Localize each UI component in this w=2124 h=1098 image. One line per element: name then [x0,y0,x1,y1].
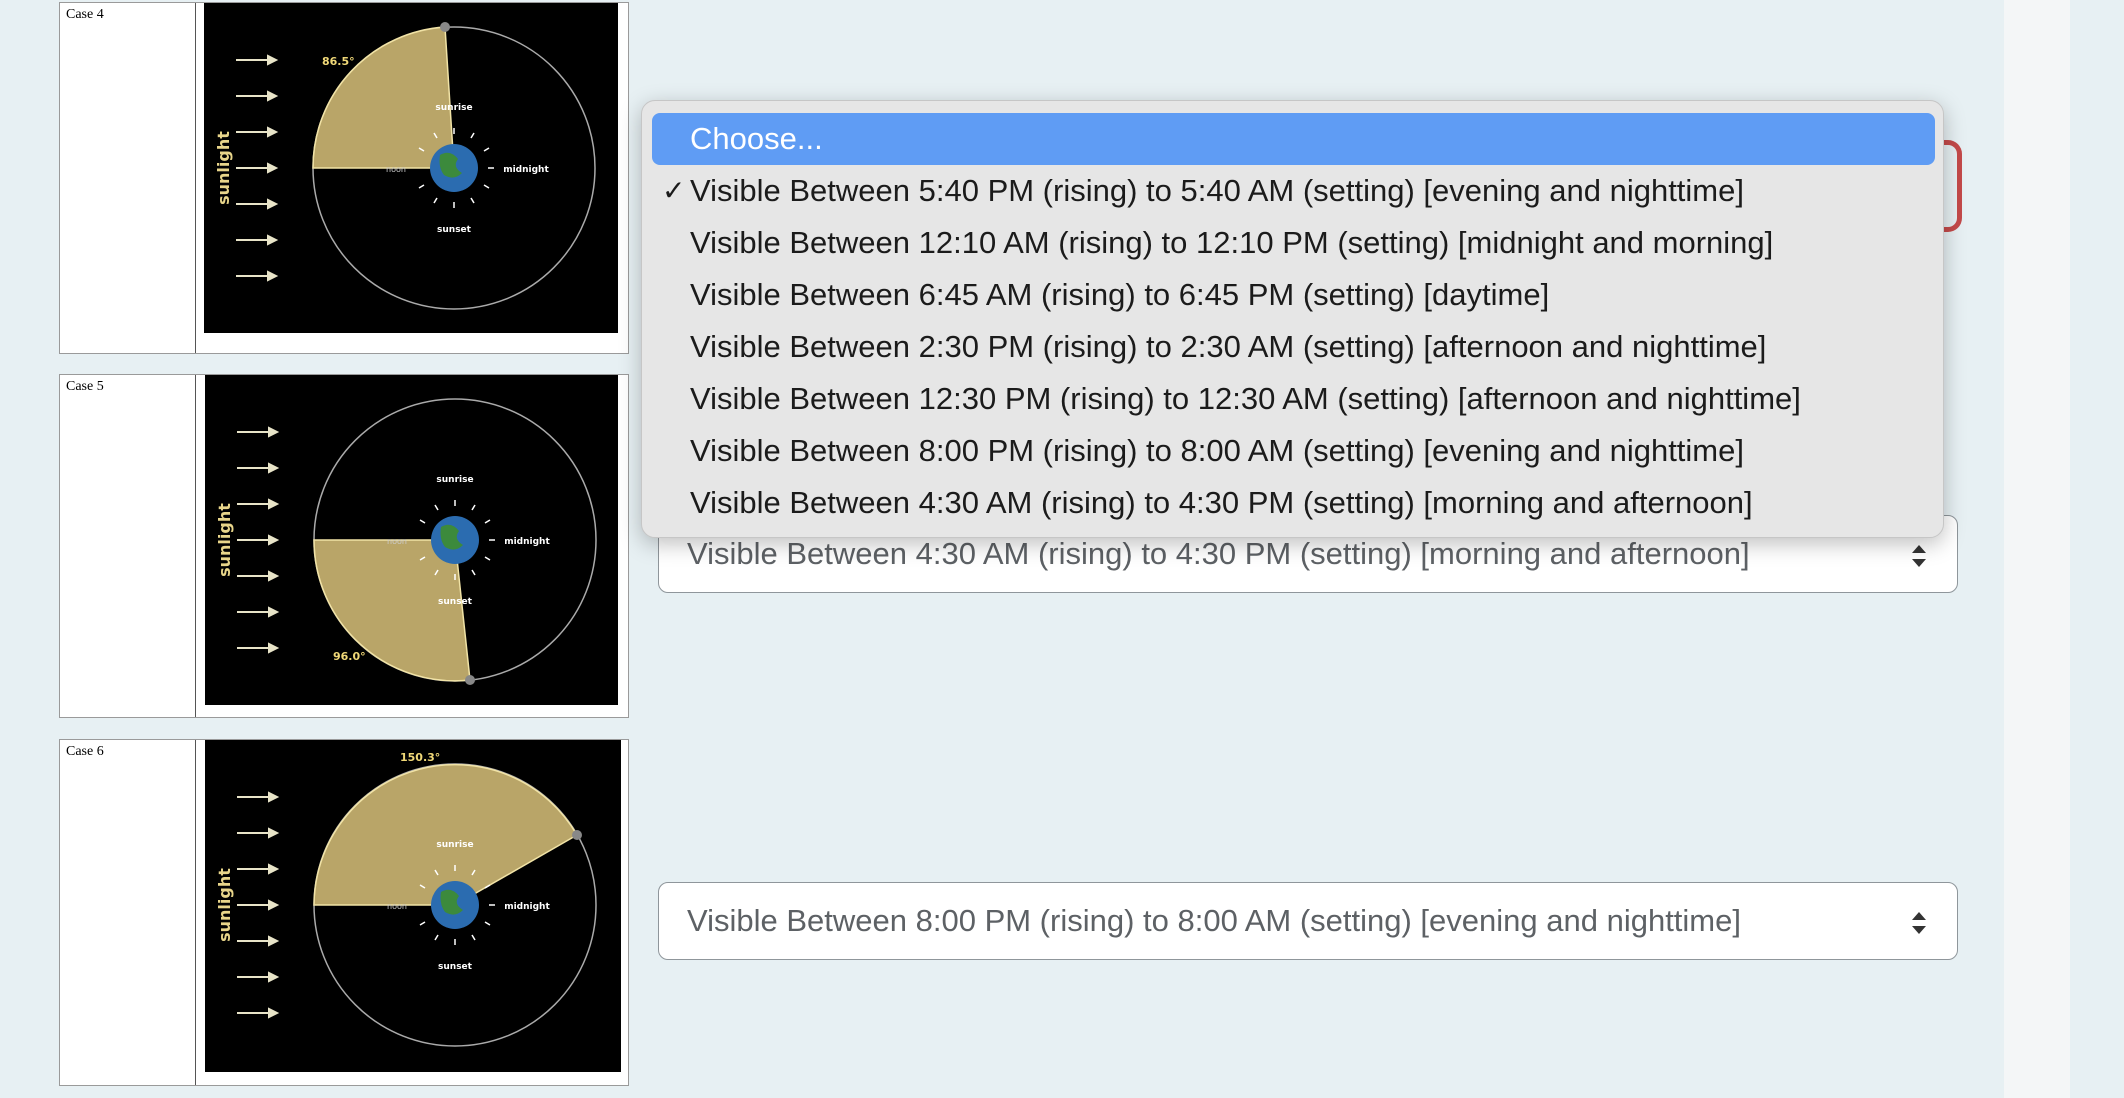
angle-label: 86.5° [322,55,355,68]
noon-label: noon [387,537,407,546]
angle-label: 96.0° [333,650,366,663]
case-5-row: Case 5 sunlight 96.0° sunrise noon midni… [59,374,629,718]
noon-label: noon [386,165,406,174]
case-6-select[interactable]: Visible Between 8:00 PM (rising) to 8:00… [658,882,1958,960]
case-4-row: Case 4 sunlight 86.5° sunrise noon midni… [59,2,629,354]
sunset-label: sunset [438,962,473,972]
sunrise-label: sunrise [436,840,473,850]
case-6-figure: sunlight 150.3° sunrise noon midnight su… [205,740,621,1072]
moon-icon [465,675,475,685]
option-choose[interactable]: Choose... [652,113,1935,165]
sunlight-arrows [236,54,279,282]
case-5-label: Case 5 [66,379,104,394]
angle-label: 150.3° [400,751,440,764]
case-5-select-value: Visible Between 4:30 AM (rising) to 4:30… [687,536,1750,571]
case-6-label-cell: Case 6 [60,740,196,1085]
case-6-label: Case 6 [66,744,104,759]
sunrise-label: sunrise [436,475,473,485]
case-6-select-value: Visible Between 8:00 PM (rising) to 8:00… [687,903,1741,938]
angle-wedge [312,26,455,169]
case-6-row: Case 6 sunlight 150.3° sunrise noon midn… [59,739,629,1086]
case-5-figure: sunlight 96.0° sunrise noon midnight sun… [205,375,618,705]
sunrise-label: sunrise [435,103,472,113]
right-panel-strip [2004,0,2070,1098]
midnight-label: midnight [504,537,550,547]
case-5-label-cell: Case 5 [60,375,196,717]
option-7[interactable]: Visible Between 4:30 AM (rising) to 4:30… [652,477,1935,529]
sunlight-label: sunlight [214,131,233,205]
noon-label: noon [387,902,407,911]
midnight-label: midnight [504,902,550,912]
case-4-label-cell: Case 4 [60,3,196,353]
midnight-label: midnight [503,165,549,175]
sunlight-arrows [237,791,280,1019]
case-4-select-dropdown[interactable]: Choose... ✓ Visible Between 5:40 PM (ris… [641,100,1944,538]
option-5[interactable]: Visible Between 12:30 PM (rising) to 12:… [652,373,1935,425]
right-page-edge [2070,0,2124,1098]
checkmark-icon: ✓ [662,175,686,206]
moon-icon [440,22,450,32]
option-6[interactable]: Visible Between 8:00 PM (rising) to 8:00… [652,425,1935,477]
select-arrows-icon [1912,545,1926,567]
sunlight-arrows [237,426,280,654]
case-4-figure: sunlight 86.5° sunrise noon midnight sun… [204,3,618,333]
option-1[interactable]: ✓ Visible Between 5:40 PM (rising) to 5:… [652,165,1935,217]
option-4[interactable]: Visible Between 2:30 PM (rising) to 2:30… [652,321,1935,373]
moon-icon [572,830,582,840]
option-3[interactable]: Visible Between 6:45 AM (rising) to 6:45… [652,269,1935,321]
option-2[interactable]: Visible Between 12:10 AM (rising) to 12:… [652,217,1935,269]
select-arrows-icon [1912,912,1926,934]
sunset-label: sunset [438,597,473,607]
sunlight-label: sunlight [215,868,234,942]
sunset-label: sunset [437,225,472,235]
sunlight-label: sunlight [215,503,234,577]
case-4-label: Case 4 [66,7,104,22]
